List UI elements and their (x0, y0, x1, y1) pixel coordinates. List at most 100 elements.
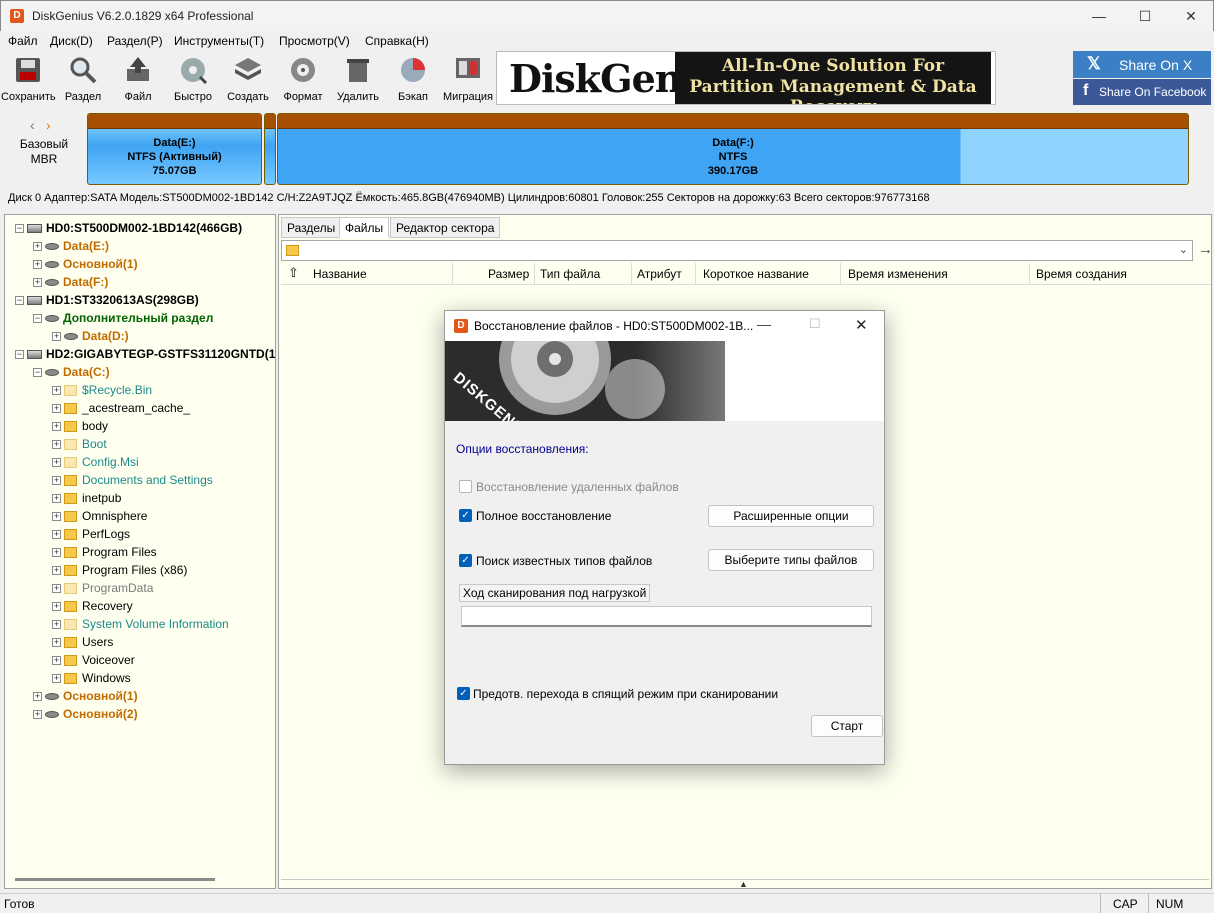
col-size[interactable]: Размер (488, 267, 529, 281)
expand-icon[interactable]: + (33, 278, 42, 288)
tree-item[interactable]: − Data(C:) (33, 363, 110, 381)
minimize-button[interactable]: — (1076, 1, 1122, 32)
expand-icon[interactable]: + (52, 458, 61, 468)
path-dropdown-icon[interactable]: ⌄ (1179, 243, 1188, 256)
expand-icon[interactable]: + (52, 674, 61, 684)
tree-item[interactable]: − HD0:ST500DM002-1BD142(466GB) (15, 219, 242, 237)
expand-icon[interactable]: + (52, 404, 61, 414)
tree-item[interactable]: + inetpub (52, 489, 121, 507)
migration-button[interactable]: Миграция (441, 53, 495, 103)
tree-item[interactable]: + Users (52, 633, 113, 651)
full-recovery-checkbox[interactable]: ✓ (459, 509, 472, 522)
tree-item[interactable]: + Data(F:) (33, 273, 108, 291)
col-modified[interactable]: Время изменения (848, 267, 948, 281)
quick-partition-button[interactable]: Быстро (166, 53, 220, 103)
expand-icon[interactable]: + (52, 530, 61, 540)
delete-partition-button[interactable]: Удалить (331, 53, 385, 103)
tab-files[interactable]: Файлы (339, 217, 390, 238)
save-button[interactable]: Сохранить (1, 53, 56, 103)
tree-item[interactable]: + $Recycle.Bin (52, 381, 152, 399)
tree-item[interactable]: + ProgramData (52, 579, 153, 597)
expand-icon[interactable]: + (52, 566, 61, 576)
panel-splitter-arrow-icon[interactable]: ▲ (739, 879, 748, 889)
collapse-icon[interactable]: − (15, 224, 24, 234)
prevent-sleep-checkbox[interactable]: ✓ (457, 687, 470, 700)
expand-icon[interactable]: + (52, 638, 61, 648)
up-folder-icon[interactable]: ⇧ (288, 265, 299, 281)
maximize-button[interactable]: ☐ (1122, 1, 1168, 32)
tree-item[interactable]: + Основной(2) (33, 705, 138, 723)
col-name[interactable]: Название (313, 267, 367, 281)
tree-item[interactable]: + Data(D:) (52, 327, 129, 345)
tree-item[interactable]: − HD2:GIGABYTEGP-GSTFS31120GNTD(1 (15, 345, 275, 363)
col-short-name[interactable]: Короткое название (703, 267, 809, 281)
tree-item[interactable]: + System Volume Information (52, 615, 229, 633)
expand-icon[interactable]: + (52, 656, 61, 666)
tree-item[interactable]: + Windows (52, 669, 131, 687)
create-partition-button[interactable]: Создать (221, 53, 275, 103)
tree-item[interactable]: + PerfLogs (52, 525, 130, 543)
tree-item[interactable]: − Дополнительный раздел (33, 309, 213, 327)
collapse-icon[interactable]: − (33, 368, 42, 378)
go-arrow-icon[interactable]: → (1198, 241, 1213, 258)
prev-disk-arrow-icon[interactable]: ‹ (30, 117, 35, 133)
tree-item[interactable]: + Voiceover (52, 651, 135, 669)
search-partition-button[interactable]: Раздел (56, 53, 110, 103)
tree-item[interactable]: + body (52, 417, 108, 435)
expand-icon[interactable]: + (33, 692, 42, 702)
expand-icon[interactable]: + (52, 494, 61, 504)
select-file-types-button[interactable]: Выберите типы файлов (708, 549, 874, 571)
expand-icon[interactable]: + (52, 512, 61, 522)
menu-partition[interactable]: Раздел(P) (107, 34, 163, 48)
tree-item[interactable]: + Recovery (52, 597, 133, 615)
dialog-close-button[interactable]: ✕ (855, 316, 868, 334)
share-on-facebook-button[interactable]: f Share On Facebook (1073, 79, 1211, 105)
partition-block-e[interactable]: Data(E:) NTFS (Активный) 75.07GB (87, 113, 262, 185)
tree-item[interactable]: + Основной(1) (33, 687, 138, 705)
col-attribute[interactable]: Атрибут (637, 267, 682, 281)
partition-block-f[interactable]: Data(F:) NTFS 390.17GB (277, 113, 1189, 185)
tree-item[interactable]: + Data(E:) (33, 237, 109, 255)
tree-item[interactable]: + Config.Msi (52, 453, 139, 471)
expand-icon[interactable]: + (52, 548, 61, 558)
menu-disk[interactable]: Диск(D) (50, 34, 93, 48)
tree-item[interactable]: + _acestream_cache_ (52, 399, 190, 417)
start-button[interactable]: Старт (811, 715, 883, 737)
tree-horizontal-scrollbar[interactable] (15, 878, 215, 881)
promo-banner[interactable]: DiskGenius All-In-One Solution For Parti… (496, 51, 996, 105)
collapse-icon[interactable]: − (33, 314, 42, 324)
menu-help[interactable]: Справка(H) (365, 34, 429, 48)
advanced-options-button[interactable]: Расширенные опции (708, 505, 874, 527)
col-created[interactable]: Время создания (1036, 267, 1127, 281)
tree-item[interactable]: + Omnisphere (52, 507, 147, 525)
expand-icon[interactable]: + (33, 260, 42, 270)
expand-icon[interactable]: + (52, 476, 61, 486)
dialog-minimize-button[interactable]: — (757, 316, 771, 332)
share-on-x-button[interactable]: 𝕏 Share On X (1073, 51, 1211, 78)
expand-icon[interactable]: + (52, 422, 61, 432)
menu-file[interactable]: Файл (8, 34, 38, 48)
expand-icon[interactable]: + (52, 440, 61, 450)
expand-icon[interactable]: + (52, 332, 61, 342)
close-button[interactable]: ✕ (1168, 1, 1214, 32)
collapse-icon[interactable]: − (15, 296, 24, 306)
tree-item[interactable]: − HD1:ST3320613AS(298GB) (15, 291, 199, 309)
tree-item[interactable]: + Program Files (x86) (52, 561, 187, 579)
menu-view[interactable]: Просмотр(V) (279, 34, 350, 48)
col-file-type[interactable]: Тип файла (540, 267, 600, 281)
tree-item[interactable]: + Основной(1) (33, 255, 138, 273)
expand-icon[interactable]: + (52, 620, 61, 630)
partition-block-small[interactable] (264, 113, 276, 185)
known-file-types-checkbox[interactable]: ✓ (459, 554, 472, 567)
file-recovery-button[interactable]: Файл (111, 53, 165, 103)
next-disk-arrow-icon[interactable]: › (46, 117, 51, 133)
path-bar[interactable]: ⌄ (281, 240, 1193, 261)
backup-button[interactable]: Бэкап (386, 53, 440, 103)
expand-icon[interactable]: + (52, 584, 61, 594)
tab-sector-editor[interactable]: Редактор сектора (390, 217, 501, 238)
tree-item[interactable]: + Boot (52, 435, 107, 453)
expand-icon[interactable]: + (33, 710, 42, 720)
collapse-icon[interactable]: − (15, 350, 24, 360)
tab-partitions[interactable]: Разделы (281, 217, 342, 238)
expand-icon[interactable]: + (52, 386, 61, 396)
